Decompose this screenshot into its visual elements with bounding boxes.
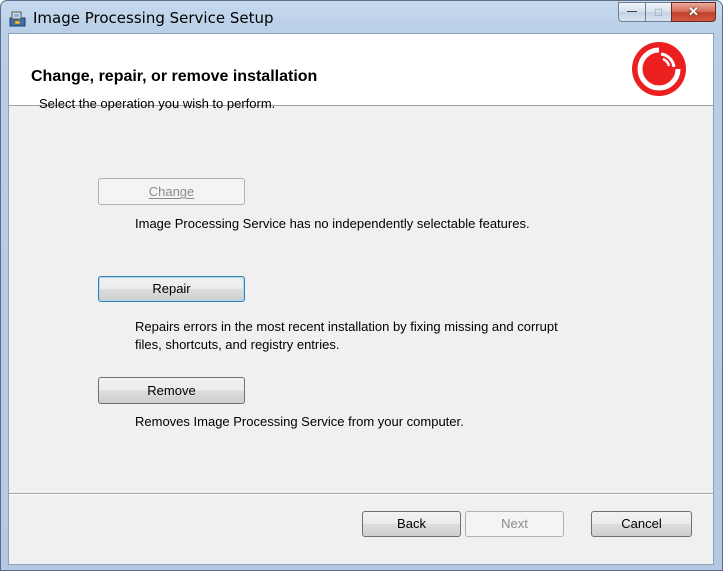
repair-description-line-1: Repairs errors in the most recent instal… (135, 319, 558, 334)
repair-button-label: Repair (152, 281, 191, 296)
repair-description-line-2: files, shortcuts, and registry entries. (135, 337, 340, 352)
minimize-icon: — (627, 6, 637, 17)
change-description: Image Processing Service has no independ… (135, 216, 530, 231)
title-bar[interactable]: Image Processing Service Setup — □ ✕ (1, 1, 722, 33)
remove-button-label: Remove (147, 383, 196, 398)
close-button[interactable]: ✕ (671, 2, 716, 22)
close-icon: ✕ (688, 4, 699, 19)
caption-buttons: — □ ✕ (618, 2, 716, 22)
back-button-label: Back (397, 516, 426, 531)
remove-description: Removes Image Processing Service from yo… (135, 414, 464, 429)
dialog-client-area: Change, repair, or remove installation S… (8, 33, 714, 565)
window-title: Image Processing Service Setup (33, 9, 274, 27)
next-button[interactable]: Next (465, 511, 564, 537)
repair-description: Repairs errors in the most recent instal… (135, 318, 558, 354)
remove-button[interactable]: Remove (98, 377, 245, 404)
cancel-button[interactable]: Cancel (591, 511, 692, 537)
cancel-button-label: Cancel (621, 516, 662, 531)
maximize-button[interactable]: □ (645, 2, 671, 22)
page-subtitle: Select the operation you wish to perform… (39, 96, 276, 111)
minimize-button[interactable]: — (618, 2, 645, 22)
dialog-header: Change, repair, or remove installation S… (9, 34, 713, 111)
maximize-icon: □ (654, 5, 663, 19)
sitecore-logo-icon (632, 42, 686, 96)
footer-separator (9, 493, 713, 495)
page-title: Change, repair, or remove installation (31, 68, 318, 85)
back-button[interactable]: Back (362, 511, 461, 537)
repair-button[interactable]: Repair (98, 276, 245, 302)
setup-window: Image Processing Service Setup — □ ✕ Cha… (0, 0, 723, 571)
installer-app-icon (9, 11, 26, 27)
next-button-label: Next (501, 516, 528, 531)
change-button-label: Change (148, 184, 195, 199)
change-button[interactable]: Change (98, 178, 245, 205)
